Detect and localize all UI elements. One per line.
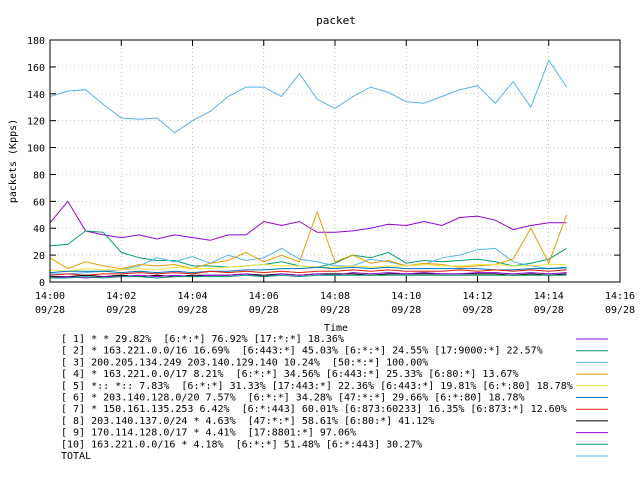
legend-label: [10] 163.221.0.0/16 * 4.18% [6:*:*] 51.4… <box>61 439 422 450</box>
legend-label: [ 4] * 163.221.0.0/17 8.21% [6:*:*] 34.5… <box>61 369 519 380</box>
y-tick-label: 20 <box>33 251 45 262</box>
x-tick-date: 09/28 <box>391 305 421 316</box>
series-line-1 <box>49 200 567 241</box>
x-tick-time: 14:12 <box>462 291 492 302</box>
legend-label: [ 7] * 150.161.135.253 6.42% [6:*:443] 6… <box>61 404 567 415</box>
x-tick-time: 14:08 <box>320 291 350 302</box>
legend-label: [ 5] *:: *:: 7.83% [6:*:*] 31.33% [17:44… <box>61 381 573 392</box>
y-tick-label: 40 <box>33 224 45 235</box>
legend-label: [ 6] * 203.140.128.0/20 7.57% [6:*:*] 34… <box>61 393 525 404</box>
y-tick-label: 100 <box>27 144 45 155</box>
x-tick-time: 14:10 <box>391 291 421 302</box>
grid <box>49 39 621 283</box>
y-tick-label: 140 <box>27 90 45 101</box>
legend-label: [ 3] 200.205.134.249 203.140.129.140 10.… <box>61 357 428 368</box>
x-tick-time: 14:00 <box>35 291 65 302</box>
x-tick-date: 09/28 <box>534 305 564 316</box>
x-tick-date: 09/28 <box>177 305 207 316</box>
y-tick-label: 160 <box>27 63 45 74</box>
x-tick-time: 14:02 <box>106 291 136 302</box>
legend: [ 1] * * 29.82% [6:*:*] 76.92% [17:*:*] … <box>61 334 608 462</box>
chart: packet packets (Kpps) Time 0 20 40 60 80 100 1… <box>8 14 635 462</box>
x-tick-date: 09/28 <box>605 305 635 316</box>
y-tick-label: 80 <box>33 170 45 181</box>
y-tick-label: 120 <box>27 117 45 128</box>
y-tick-label: 0 <box>39 278 45 289</box>
legend-label: [ 9] 170.114.128.0/17 * 4.41% [17:8801:*… <box>61 428 356 439</box>
x-tick-time: 14:04 <box>177 291 207 302</box>
y-tick-label: 180 <box>27 36 45 47</box>
y-ticks: 0 20 40 60 80 100 120 140 160 180 <box>27 36 620 289</box>
series-lines <box>49 59 568 279</box>
x-tick-time: 14:14 <box>534 291 564 302</box>
x-tick-date: 09/28 <box>249 305 279 316</box>
y-axis-label: packets (Kpps) <box>8 119 19 203</box>
y-tick-label: 60 <box>33 197 45 208</box>
x-axis-label: Time <box>324 323 348 334</box>
x-tick-date: 09/28 <box>106 305 136 316</box>
legend-label: [ 1] * * 29.82% [6:*:*] 76.92% [17:*:*] … <box>61 334 344 345</box>
legend-label: TOTAL <box>61 451 91 462</box>
x-tick-date: 09/28 <box>320 305 350 316</box>
legend-label: [ 8] 203.140.137.0/24 * 4.63% [47:*:*] 5… <box>61 416 434 427</box>
x-tick-time: 14:16 <box>605 291 635 302</box>
series-line-11 <box>49 59 568 134</box>
legend-label: [ 2] * 163.221.0.0/16 16.69% [6:443:*] 4… <box>61 346 543 357</box>
x-tick-date: 09/28 <box>35 305 65 316</box>
chart-title: packet <box>316 14 356 27</box>
x-tick-date: 09/28 <box>462 305 492 316</box>
x-tick-time: 14:06 <box>249 291 279 302</box>
